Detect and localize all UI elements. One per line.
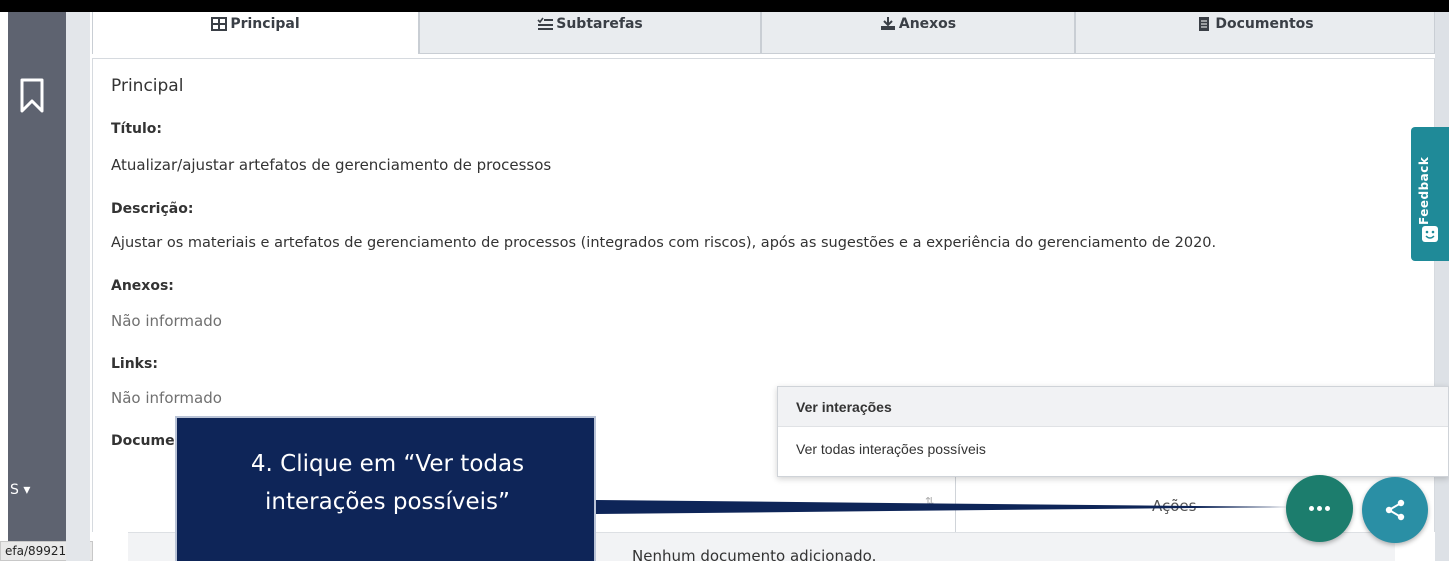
- more-actions-button[interactable]: [1286, 475, 1353, 542]
- callout-line-1: 4. Clique em “Ver todas: [250, 451, 525, 477]
- tab-principal[interactable]: Principal: [92, 12, 419, 54]
- top-border: [0, 0, 1449, 12]
- tab-subtarefas[interactable]: Subtarefas: [419, 12, 761, 54]
- popup-header: Ver interações: [778, 387, 1448, 427]
- ellipsis-icon: [1309, 506, 1330, 511]
- right-edge: [1435, 12, 1449, 561]
- anexos-label: Anexos:: [111, 278, 174, 294]
- share-button[interactable]: [1362, 477, 1428, 543]
- popup-item-view-all-interactions[interactable]: Ver todas interações possíveis: [778, 427, 1448, 457]
- empty-documents-message: Nenhum documento adicionado.: [632, 547, 877, 561]
- links-value: Não informado: [111, 389, 222, 407]
- tab-label: Anexos: [898, 16, 957, 32]
- titulo-label: Título:: [111, 121, 163, 137]
- tab-label: Subtarefas: [556, 16, 643, 32]
- titulo-value: Atualizar/ajustar artefatos de gerenciam…: [111, 156, 552, 174]
- descricao-value: Ajustar os materiais e artefatos de gere…: [111, 235, 1217, 251]
- document-icon: [1199, 17, 1210, 31]
- tab-bar: Principal Subtarefas Anexos Documentos: [92, 12, 1435, 54]
- interactions-popup: Ver interações Ver todas interações poss…: [777, 386, 1449, 477]
- download-icon: [880, 17, 895, 30]
- callout-line-2: interações possíveis”: [265, 489, 510, 515]
- sidebar: S ▾: [8, 12, 66, 561]
- callout-text: 4. Clique em “Ver todas interações possí…: [177, 445, 598, 521]
- column-divider: [955, 476, 956, 532]
- sort-icon[interactable]: ⇅: [925, 495, 934, 508]
- feedback-label: Feedback: [1417, 156, 1431, 225]
- descricao-label: Descrição:: [111, 201, 194, 217]
- tab-label: Principal: [230, 16, 300, 32]
- sidebar-menu-toggle[interactable]: S ▾: [10, 482, 30, 498]
- tab-anexos[interactable]: Anexos: [761, 12, 1075, 54]
- tab-documentos[interactable]: Documentos: [1075, 12, 1435, 54]
- table-icon: [211, 17, 228, 31]
- feedback-tab[interactable]: Feedback: [1411, 127, 1449, 261]
- checklist-icon: [537, 17, 554, 30]
- links-label: Links:: [111, 356, 158, 372]
- tutorial-callout: 4. Clique em “Ver todas interações possí…: [175, 416, 596, 561]
- anexos-value: Não informado: [111, 312, 222, 330]
- content-gutter: [66, 12, 90, 561]
- section-title: Principal: [111, 76, 184, 96]
- bookmark-icon[interactable]: [19, 78, 45, 114]
- smile-icon: [1422, 226, 1438, 242]
- documents-table-header: [600, 476, 1400, 532]
- share-icon: [1385, 499, 1405, 521]
- actions-column-header: Ações: [1152, 497, 1197, 515]
- tab-label: Documentos: [1215, 16, 1314, 32]
